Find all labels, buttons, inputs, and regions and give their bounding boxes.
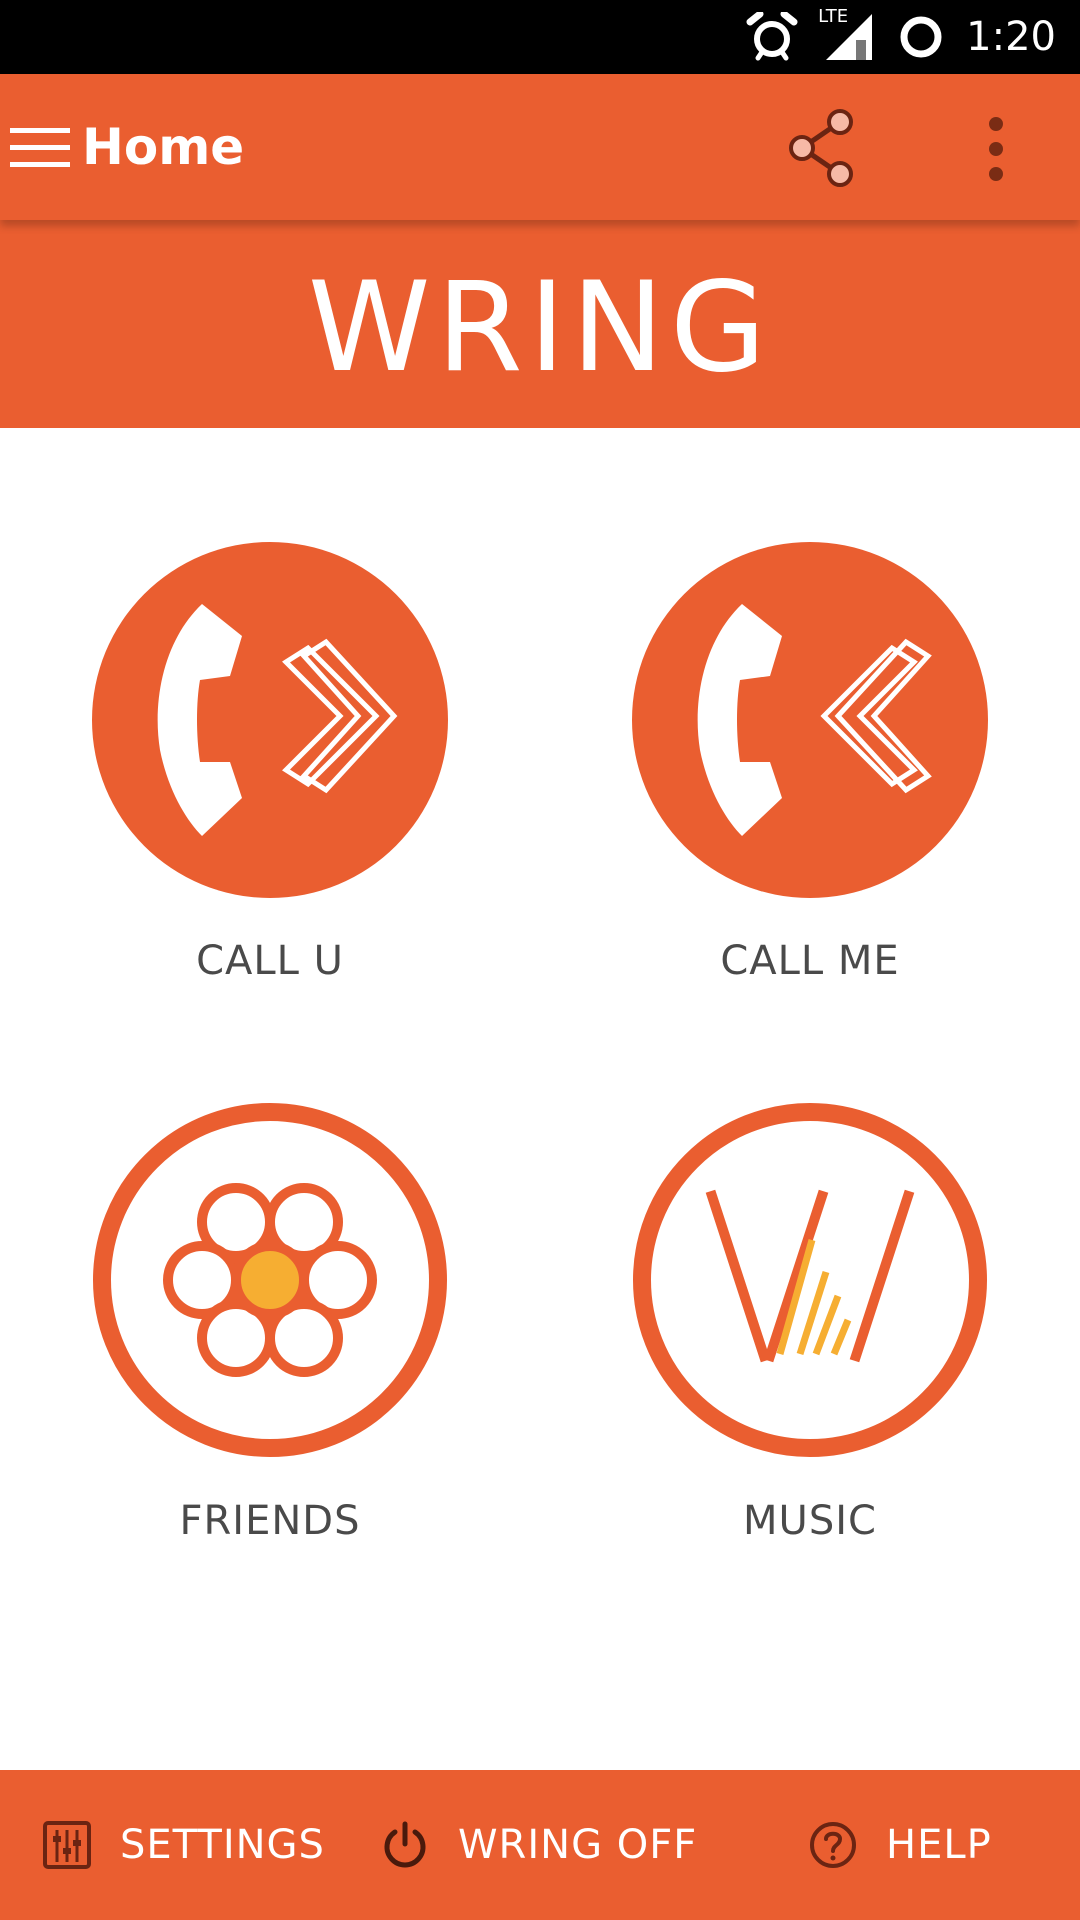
wring-off-label: WRING OFF xyxy=(458,1822,698,1868)
status-icons: LTE 1:20 xyxy=(744,0,1056,74)
friends-label: FRIENDS xyxy=(179,1498,361,1544)
call-me-tile[interactable]: CALL ME xyxy=(630,540,990,984)
call-u-tile[interactable]: CALL U xyxy=(90,540,450,984)
call-u-label: CALL U xyxy=(196,938,344,984)
wring-off-button[interactable]: WRING OFF xyxy=(380,1770,697,1920)
help-button[interactable]: HELP xyxy=(808,1770,992,1920)
page-title: Home xyxy=(82,118,245,176)
incoming-call-icon[interactable] xyxy=(630,540,990,900)
friends-tile[interactable]: FRIENDS xyxy=(90,1100,450,1544)
sync-ring-icon xyxy=(900,16,942,58)
brand-logo: WRING xyxy=(307,256,773,400)
bottom-bar: SETTINGS WRING OFF HELP xyxy=(0,1770,1080,1920)
settings-button[interactable]: SETTINGS xyxy=(42,1770,325,1920)
outgoing-call-icon[interactable] xyxy=(90,540,450,900)
hamburger-menu-icon[interactable] xyxy=(10,126,70,170)
music-label: MUSIC xyxy=(743,1498,877,1544)
power-icon xyxy=(384,1821,426,1868)
music-w-icon[interactable] xyxy=(630,1100,990,1460)
music-tile[interactable]: MUSIC xyxy=(630,1100,990,1544)
more-vert-icon[interactable] xyxy=(976,114,1016,184)
help-label: HELP xyxy=(886,1822,992,1868)
status-bar: LTE 1:20 xyxy=(0,0,1080,74)
cell-signal-icon xyxy=(826,14,873,60)
app-bar: Home xyxy=(0,74,1080,220)
help-icon xyxy=(810,1822,856,1868)
lte-signal-indicator: LTE xyxy=(818,6,876,64)
status-time: 1:20 xyxy=(966,14,1056,60)
alarm-icon xyxy=(746,12,798,61)
call-me-label: CALL ME xyxy=(720,938,900,984)
share-icon[interactable] xyxy=(784,108,860,188)
friends-flower-icon[interactable] xyxy=(90,1100,450,1460)
brand-banner: WRING xyxy=(0,220,1080,428)
settings-label: SETTINGS xyxy=(120,1822,325,1868)
equalizer-settings-icon xyxy=(43,1821,91,1869)
